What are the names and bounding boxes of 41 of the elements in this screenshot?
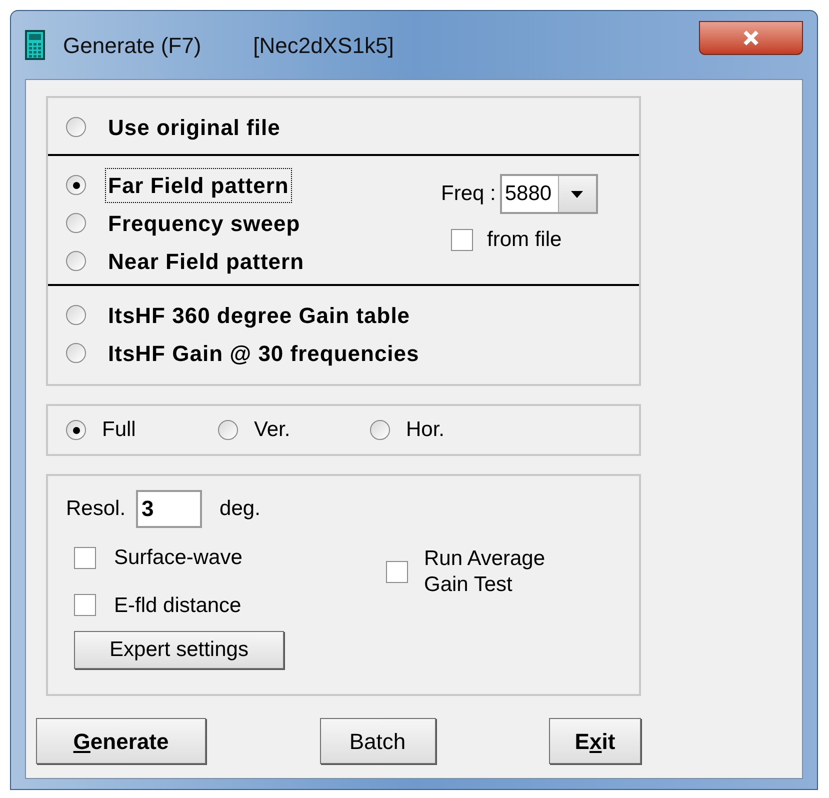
checkbox-label[interactable]: Run Average Gain Test: [424, 546, 594, 598]
dialog-button[interactable]: Exit: [549, 718, 641, 764]
window-title: Generate (F7): [63, 32, 202, 60]
unit-label: deg.: [220, 496, 260, 522]
close-icon: [742, 30, 760, 46]
option-label[interactable]: ItsHF Gain @ 30 frequencies: [106, 336, 422, 370]
radio-button[interactable]: [66, 117, 86, 137]
checkbox[interactable]: [74, 594, 96, 616]
radio-button[interactable]: [370, 420, 390, 440]
dialog-button[interactable]: Batch: [320, 718, 436, 764]
checkbox-label[interactable]: Surface-wave: [114, 542, 242, 574]
checkbox-label[interactable]: from file: [487, 224, 562, 256]
option-label[interactable]: Near Field pattern: [106, 244, 306, 278]
dialog-button[interactable]: Generate: [36, 718, 206, 764]
expert-settings-button[interactable]: Expert settings: [74, 631, 284, 669]
radio-label[interactable]: Full: [102, 414, 136, 446]
option-label[interactable]: Frequency sweep: [106, 206, 302, 240]
checkbox-label[interactable]: E-fld distance: [114, 590, 242, 621]
window-subtitle: [Nec2dXS1k5]: [253, 32, 394, 60]
radio-button[interactable]: [66, 305, 86, 325]
option-label[interactable]: Use original file: [106, 110, 282, 144]
radio-button[interactable]: [66, 343, 86, 363]
radio-button[interactable]: [218, 420, 238, 440]
checkbox[interactable]: [386, 561, 408, 583]
resol-field[interactable]: 3: [136, 490, 202, 528]
close-button[interactable]: [699, 21, 803, 55]
resol-label: Resol.: [66, 496, 126, 522]
radio-label[interactable]: Hor.: [406, 414, 445, 446]
freq-dropdown[interactable]: 5880: [500, 174, 598, 214]
dropdown-arrow-icon: [571, 190, 584, 198]
radio-button[interactable]: [66, 420, 86, 440]
checkbox[interactable]: [74, 546, 96, 569]
radio-button[interactable]: [66, 213, 86, 233]
option-label[interactable]: ItsHF 360 degree Gain table: [106, 298, 412, 332]
radio-button[interactable]: [66, 251, 86, 271]
calculator-icon: [25, 30, 45, 60]
option-label[interactable]: Far Field pattern: [106, 168, 291, 202]
radio-label[interactable]: Ver.: [254, 414, 290, 446]
checkbox[interactable]: [451, 228, 473, 251]
freq-label: Freq :: [441, 181, 496, 208]
radio-button[interactable]: [66, 175, 86, 195]
